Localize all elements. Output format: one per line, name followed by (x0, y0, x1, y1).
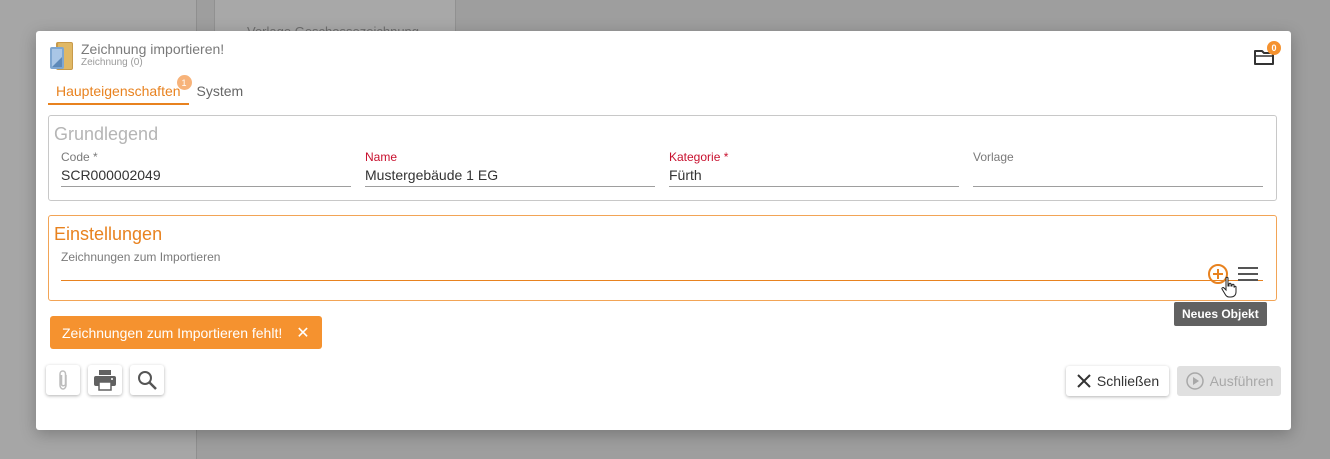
search-icon (138, 371, 157, 390)
search-button[interactable] (130, 365, 164, 395)
tooltip-new-object: Neues Objekt (1174, 302, 1267, 326)
run-button[interactable]: Ausführen (1177, 366, 1281, 396)
vorlage-input[interactable] (973, 165, 1263, 187)
code-field[interactable]: Code * SCR000002049 (61, 150, 351, 187)
section-title: Grundlegend (54, 124, 159, 144)
hand-cursor-icon (1221, 276, 1237, 298)
code-label: Code * (61, 150, 98, 164)
list-menu-button[interactable] (1237, 265, 1259, 283)
close-button-label: Schließen (1096, 373, 1160, 389)
section-einstellungen: Einstellungen Zeichnungen zum Importiere… (48, 215, 1277, 301)
tab-haupteigenschaften[interactable]: Haupteigenschaften 1 (48, 75, 192, 105)
dialog-title: Zeichnung importieren! (81, 41, 225, 57)
vorlage-label: Vorlage (973, 150, 1014, 164)
import-drawings-input[interactable] (61, 280, 1263, 281)
name-input[interactable]: Mustergebäude 1 EG (365, 165, 655, 187)
play-circle-icon (1185, 371, 1205, 391)
vorlage-field[interactable]: Vorlage (973, 150, 1263, 187)
folder-badge: 0 (1267, 41, 1281, 55)
kategorie-input[interactable]: Fürth (669, 165, 959, 187)
folder-button[interactable]: 0 (1253, 41, 1281, 67)
validation-error-chip: Zeichnungen zum Importieren fehlt! ✕ (50, 316, 322, 349)
import-drawing-dialog: Zeichnung importieren! Zeichnung (0) 0 H… (36, 31, 1291, 430)
run-button-label: Ausführen (1209, 373, 1274, 389)
printer-icon (94, 370, 116, 391)
tab-system[interactable]: System (189, 81, 252, 105)
error-message: Zeichnungen zum Importieren fehlt! (62, 324, 283, 341)
print-button[interactable] (88, 365, 122, 395)
close-icon[interactable]: ✕ (296, 323, 309, 343)
tab-bar: Haupteigenschaften 1 System (48, 75, 252, 105)
name-field[interactable]: Name Mustergebäude 1 EG (365, 150, 655, 187)
kategorie-label: Kategorie * (669, 150, 729, 164)
drawing-app-icon (48, 41, 75, 72)
import-drawings-field[interactable]: Zeichnungen zum Importieren (61, 250, 1263, 281)
dialog-header: Zeichnung importieren! Zeichnung (0) (48, 41, 224, 75)
section-title: Einstellungen (54, 224, 163, 244)
tab-label: Haupteigenschaften (56, 83, 181, 99)
tab-label: System (196, 83, 244, 99)
code-input[interactable]: SCR000002049 (61, 165, 351, 187)
paperclip-icon (59, 370, 67, 390)
attachment-button[interactable] (46, 365, 80, 395)
close-button[interactable]: Schließen (1066, 366, 1169, 396)
section-grundlegend: Grundlegend Code * SCR000002049 Name Mus… (48, 115, 1277, 201)
close-icon (1076, 373, 1092, 389)
import-drawings-label: Zeichnungen zum Importieren (61, 250, 221, 264)
hamburger-menu-icon (1238, 267, 1258, 281)
dialog-subtitle: Zeichnung (0) (81, 57, 143, 68)
kategorie-field[interactable]: Kategorie * Fürth (669, 150, 959, 187)
name-label: Name (365, 150, 398, 164)
